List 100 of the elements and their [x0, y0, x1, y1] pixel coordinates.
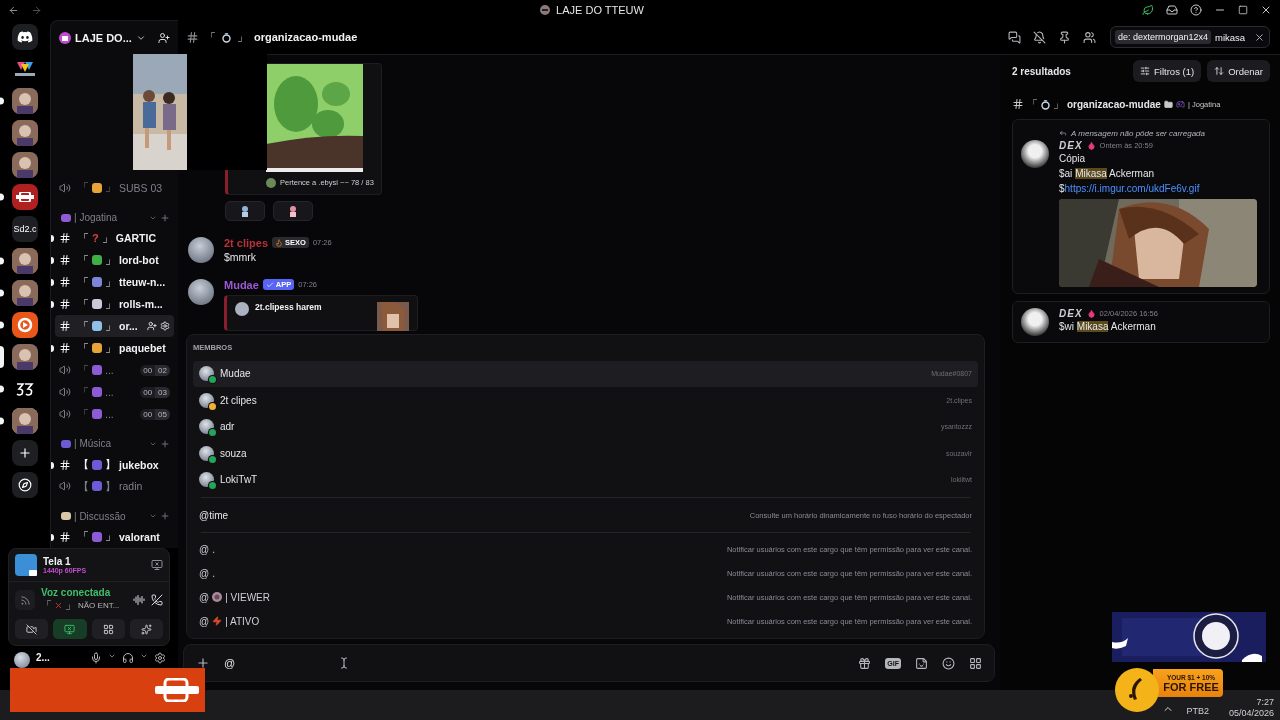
channel-item[interactable]: 「 ... 00 02: [55, 359, 174, 382]
channel-item[interactable]: 「 」 tteuw-n...: [55, 271, 174, 294]
category-header[interactable]: | Discussão: [51, 506, 178, 526]
user-avatar[interactable]: [14, 652, 30, 668]
message-text: $mmrk: [224, 250, 258, 263]
role-name: .: [212, 543, 216, 555]
bracket: 「: [78, 318, 89, 334]
members-icon[interactable]: [1083, 30, 1096, 44]
channel-name: paquebet: [119, 342, 167, 355]
chevron-icon[interactable]: [135, 33, 146, 43]
channel-item[interactable]: 【 】 jukebox: [55, 453, 174, 476]
reaction-button[interactable]: [225, 200, 265, 221]
server-icon: [17, 317, 33, 333]
bracket: 「: [78, 529, 89, 545]
user-avatar[interactable]: [188, 278, 214, 305]
add-channel-icon[interactable]: [160, 438, 170, 449]
chevron-icon[interactable]: [140, 652, 148, 660]
server-button[interactable]: [12, 152, 38, 178]
home-button[interactable]: [12, 24, 38, 50]
leaf-icon[interactable]: [1142, 4, 1154, 16]
author-name: DEX: [1059, 140, 1083, 151]
bell-off-icon[interactable]: [1033, 30, 1046, 44]
channel-item[interactable]: 「 」 lord-bot: [55, 249, 174, 272]
channel-item[interactable]: 【 】 radin: [55, 475, 174, 498]
message-text: $https://i.imgur.com/ukdFe6v.gif: [1059, 182, 1201, 196]
server-button[interactable]: [12, 408, 38, 434]
screen-share-button[interactable]: [53, 619, 87, 639]
inbox-icon[interactable]: [1166, 4, 1178, 16]
explore-button[interactable]: [12, 472, 38, 498]
compass-icon: [18, 478, 32, 492]
bracket: 「: [41, 598, 52, 613]
link[interactable]: https://i.imgur.com/ukdFe6v.gif: [1064, 183, 1200, 194]
maximize-icon[interactable]: [1238, 5, 1248, 15]
emoji-icon[interactable]: [942, 656, 955, 670]
channel-item[interactable]: 「 」 rolls-m...: [55, 293, 174, 316]
hash-icon: [59, 232, 71, 245]
channel-item[interactable]: 「 ... 00 05: [55, 403, 174, 426]
server-button[interactable]: [12, 120, 38, 146]
channel-item[interactable]: 「 」 valorant: [55, 526, 174, 548]
invite-icon[interactable]: [158, 32, 170, 44]
signal-button[interactable]: [15, 590, 35, 610]
soundboard-button[interactable]: [129, 619, 163, 639]
category-header[interactable]: | Música: [51, 434, 178, 454]
add-server-button[interactable]: [12, 440, 38, 466]
server-button[interactable]: [12, 184, 38, 210]
mic-icon[interactable]: [90, 652, 102, 664]
threads-icon[interactable]: [1008, 30, 1021, 44]
camera-off-icon: [26, 623, 38, 635]
channel-item[interactable]: 「 」 SUBS 03: [55, 177, 174, 199]
filters-button[interactable]: Filtros (1): [1133, 60, 1202, 82]
forward-icon[interactable]: [31, 4, 42, 16]
channel-item[interactable]: 「 」 or...: [55, 315, 174, 338]
channel-item[interactable]: 「 ... 00 03: [55, 381, 174, 404]
speaker-icon: [59, 181, 71, 194]
user-avatar: [1021, 140, 1049, 168]
user-avatar[interactable]: [188, 236, 214, 263]
server-button[interactable]: [12, 248, 38, 274]
channel-item[interactable]: 「 ? 」 GARTIC: [55, 227, 174, 250]
server-name[interactable]: LAJE DO...: [75, 32, 132, 44]
sort-button[interactable]: Ordenar: [1207, 60, 1270, 82]
apps-icon[interactable]: [969, 656, 982, 670]
message-text: $wi Mikasa Ackerman: [1059, 320, 1157, 334]
server-button[interactable]: [12, 280, 38, 306]
disconnect-icon[interactable]: [151, 594, 163, 606]
stream-title: Tela 1: [43, 556, 72, 567]
camera-button[interactable]: [15, 619, 49, 639]
reaction-button[interactable]: [273, 200, 313, 221]
ring-icon: [222, 31, 231, 43]
bracket: 」: [105, 340, 116, 356]
settings-icon[interactable]: [154, 652, 166, 664]
channel-name[interactable]: organizacao-mudae: [1067, 98, 1161, 110]
noise-icon[interactable]: [133, 594, 145, 606]
drop-icon: [1086, 309, 1096, 318]
search-field[interactable]: de: dextermorgan12x4 mikasa: [1110, 26, 1270, 48]
server-button[interactable]: Sd2.c: [12, 216, 38, 242]
pin-icon[interactable]: [1058, 30, 1071, 44]
invite-icon[interactable]: [147, 321, 157, 332]
channel-item[interactable]: 「 」 paquebet: [55, 337, 174, 360]
add-channel-icon[interactable]: [160, 511, 170, 522]
signal-icon: [19, 594, 31, 606]
server-button[interactable]: [12, 344, 38, 370]
server-button[interactable]: [12, 312, 38, 338]
stop-stream-icon[interactable]: [151, 559, 163, 571]
clear-icon[interactable]: [1254, 31, 1265, 43]
headphones-icon[interactable]: [122, 652, 134, 664]
help-icon[interactable]: [1190, 4, 1202, 16]
category-header[interactable]: | Jogatina: [51, 207, 178, 228]
gift-icon[interactable]: [858, 656, 872, 670]
activities-button[interactable]: [91, 619, 125, 639]
speaker-icon: [59, 386, 71, 399]
back-icon[interactable]: [8, 4, 19, 16]
close-icon[interactable]: [1260, 4, 1272, 16]
chevron-icon[interactable]: [108, 652, 116, 660]
plus-icon[interactable]: [196, 656, 210, 670]
hash-icon: [1012, 98, 1024, 110]
server-button[interactable]: [12, 88, 38, 114]
emoji-symbol: ?: [92, 232, 99, 245]
sticker-icon[interactable]: [915, 656, 928, 670]
author-name[interactable]: Mudae: [224, 278, 259, 291]
add-channel-icon[interactable]: [160, 212, 170, 223]
